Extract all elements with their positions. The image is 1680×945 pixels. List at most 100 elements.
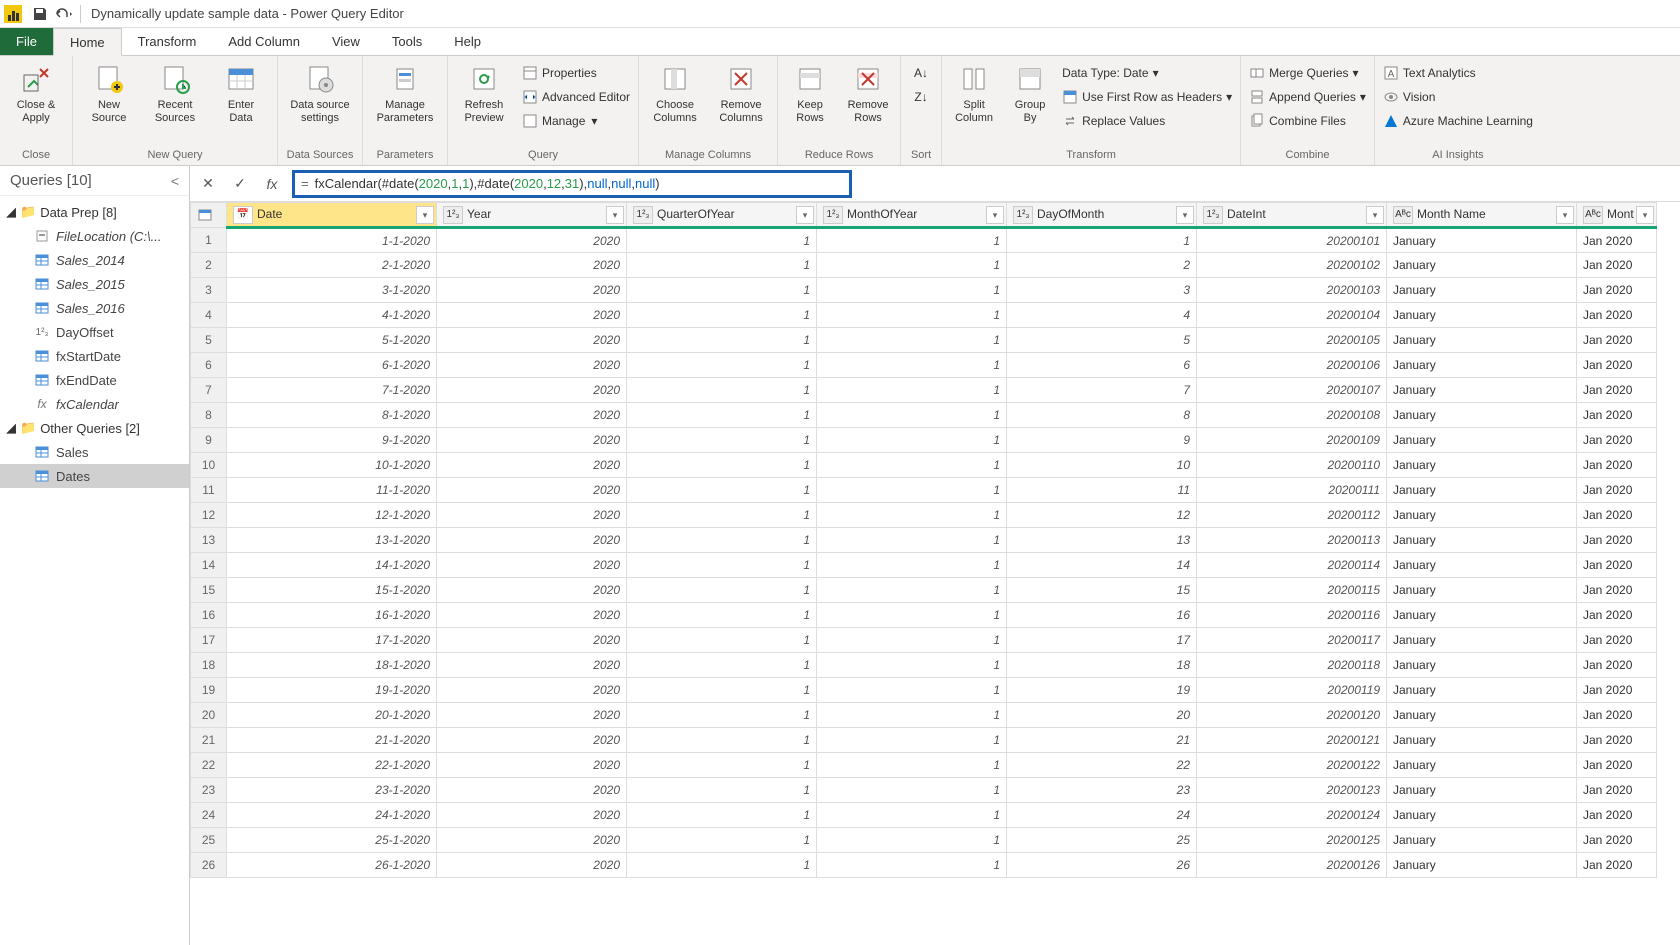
table-row[interactable]: 2323-1-20202020112320200123JanuaryJan 20… bbox=[191, 778, 1657, 803]
cell[interactable]: 20200112 bbox=[1197, 503, 1387, 528]
cell[interactable]: 1 bbox=[817, 278, 1007, 303]
cell[interactable]: 20 bbox=[1007, 703, 1197, 728]
cell[interactable]: 6-1-2020 bbox=[227, 353, 437, 378]
cell[interactable]: 1 bbox=[627, 678, 817, 703]
text-analytics-button[interactable]: AText Analytics bbox=[1381, 62, 1535, 84]
cell[interactable]: 2020 bbox=[437, 853, 627, 878]
row-number[interactable]: 23 bbox=[191, 778, 227, 803]
tab-view[interactable]: View bbox=[316, 28, 376, 55]
cell[interactable]: January bbox=[1387, 603, 1577, 628]
cell[interactable]: January bbox=[1387, 728, 1577, 753]
cell[interactable]: 23 bbox=[1007, 778, 1197, 803]
row-number[interactable]: 17 bbox=[191, 628, 227, 653]
cell[interactable]: Jan 2020 bbox=[1577, 653, 1657, 678]
replace-values-button[interactable]: Replace Values bbox=[1060, 110, 1234, 132]
cell[interactable]: January bbox=[1387, 303, 1577, 328]
cell[interactable]: 1 bbox=[817, 803, 1007, 828]
cell[interactable]: 20200114 bbox=[1197, 553, 1387, 578]
cell[interactable]: Jan 2020 bbox=[1577, 778, 1657, 803]
cell[interactable]: 1 bbox=[817, 453, 1007, 478]
cell[interactable]: 13 bbox=[1007, 528, 1197, 553]
cell[interactable]: 2 bbox=[1007, 253, 1197, 278]
filter-dropdown-icon[interactable]: ▾ bbox=[1176, 206, 1194, 224]
cell[interactable]: 2020 bbox=[437, 553, 627, 578]
cell[interactable]: 17 bbox=[1007, 628, 1197, 653]
cell[interactable]: Jan 2020 bbox=[1577, 528, 1657, 553]
cell[interactable]: Jan 2020 bbox=[1577, 428, 1657, 453]
cell[interactable]: 1 bbox=[627, 403, 817, 428]
row-number[interactable]: 4 bbox=[191, 303, 227, 328]
row-number[interactable]: 22 bbox=[191, 753, 227, 778]
table-row[interactable]: 2626-1-20202020112620200126JanuaryJan 20… bbox=[191, 853, 1657, 878]
cell[interactable]: 25 bbox=[1007, 828, 1197, 853]
cell[interactable]: 1 bbox=[627, 378, 817, 403]
cell[interactable]: 20200125 bbox=[1197, 828, 1387, 853]
cell[interactable]: 2020 bbox=[437, 228, 627, 253]
cell[interactable]: January bbox=[1387, 378, 1577, 403]
cell[interactable]: 2020 bbox=[437, 328, 627, 353]
cell[interactable]: 2020 bbox=[437, 578, 627, 603]
cell[interactable]: 2020 bbox=[437, 453, 627, 478]
cell[interactable]: 21-1-2020 bbox=[227, 728, 437, 753]
table-row[interactable]: 1313-1-20202020111320200113JanuaryJan 20… bbox=[191, 528, 1657, 553]
filter-dropdown-icon[interactable]: ▾ bbox=[1636, 206, 1654, 224]
table-row[interactable]: 1515-1-20202020111520200115JanuaryJan 20… bbox=[191, 578, 1657, 603]
cell[interactable]: 16 bbox=[1007, 603, 1197, 628]
combine-files-button[interactable]: Combine Files bbox=[1247, 110, 1368, 132]
cell[interactable]: 22-1-2020 bbox=[227, 753, 437, 778]
cell[interactable]: 20200120 bbox=[1197, 703, 1387, 728]
azure-ml-button[interactable]: Azure Machine Learning bbox=[1381, 110, 1535, 132]
cell[interactable]: 16-1-2020 bbox=[227, 603, 437, 628]
row-number[interactable]: 15 bbox=[191, 578, 227, 603]
new-source-button[interactable]: New Source bbox=[79, 62, 139, 124]
cell[interactable]: 12 bbox=[1007, 503, 1197, 528]
cell[interactable]: 2020 bbox=[437, 803, 627, 828]
cell[interactable]: 1 bbox=[817, 778, 1007, 803]
cell[interactable]: January bbox=[1387, 328, 1577, 353]
filter-dropdown-icon[interactable]: ▾ bbox=[796, 206, 814, 224]
formula-bar[interactable]: = fxCalendar( #date(2020, 1, 1), #date(2… bbox=[292, 170, 852, 198]
row-number[interactable]: 10 bbox=[191, 453, 227, 478]
cell[interactable]: Jan 2020 bbox=[1577, 678, 1657, 703]
cell[interactable]: 21 bbox=[1007, 728, 1197, 753]
cell[interactable]: 26 bbox=[1007, 853, 1197, 878]
column-header-DateInt[interactable]: 1²₃DateInt▾ bbox=[1197, 203, 1387, 228]
cell[interactable]: 1 bbox=[817, 428, 1007, 453]
cell[interactable]: 2-1-2020 bbox=[227, 253, 437, 278]
type-icon[interactable]: 1²₃ bbox=[1203, 206, 1223, 224]
cell[interactable]: 1 bbox=[627, 778, 817, 803]
undo-dropdown-icon[interactable] bbox=[52, 2, 76, 26]
cell[interactable]: 1 bbox=[627, 828, 817, 853]
table-row[interactable]: 2525-1-20202020112520200125JanuaryJan 20… bbox=[191, 828, 1657, 853]
refresh-preview-button[interactable]: Refresh Preview bbox=[454, 62, 514, 124]
cell[interactable]: 1 bbox=[817, 328, 1007, 353]
row-number[interactable]: 8 bbox=[191, 403, 227, 428]
cell[interactable]: Jan 2020 bbox=[1577, 303, 1657, 328]
row-number[interactable]: 18 bbox=[191, 653, 227, 678]
cell[interactable]: January bbox=[1387, 753, 1577, 778]
cell[interactable]: 20200104 bbox=[1197, 303, 1387, 328]
data-source-settings-button[interactable]: Data source settings bbox=[284, 62, 356, 124]
filter-dropdown-icon[interactable]: ▾ bbox=[1556, 206, 1574, 224]
cell[interactable]: Jan 2020 bbox=[1577, 278, 1657, 303]
cell[interactable]: 20200123 bbox=[1197, 778, 1387, 803]
cell[interactable]: 20200116 bbox=[1197, 603, 1387, 628]
type-icon[interactable]: 1²₃ bbox=[443, 206, 463, 224]
row-number[interactable]: 21 bbox=[191, 728, 227, 753]
cell[interactable]: 1 bbox=[817, 528, 1007, 553]
cell[interactable]: 20200109 bbox=[1197, 428, 1387, 453]
cell[interactable]: 4 bbox=[1007, 303, 1197, 328]
cell[interactable]: January bbox=[1387, 453, 1577, 478]
tab-help[interactable]: Help bbox=[438, 28, 497, 55]
cell[interactable]: 20200111 bbox=[1197, 478, 1387, 503]
cell[interactable]: January bbox=[1387, 578, 1577, 603]
row-number[interactable]: 19 bbox=[191, 678, 227, 703]
split-column-button[interactable]: Split Column bbox=[948, 62, 1000, 124]
tab-file[interactable]: File bbox=[0, 28, 53, 55]
cell[interactable]: January bbox=[1387, 253, 1577, 278]
cell[interactable]: 19-1-2020 bbox=[227, 678, 437, 703]
cell[interactable]: Jan 2020 bbox=[1577, 803, 1657, 828]
query-item[interactable]: fxEndDate bbox=[0, 368, 189, 392]
cell[interactable]: Jan 2020 bbox=[1577, 353, 1657, 378]
cell[interactable]: 10 bbox=[1007, 453, 1197, 478]
